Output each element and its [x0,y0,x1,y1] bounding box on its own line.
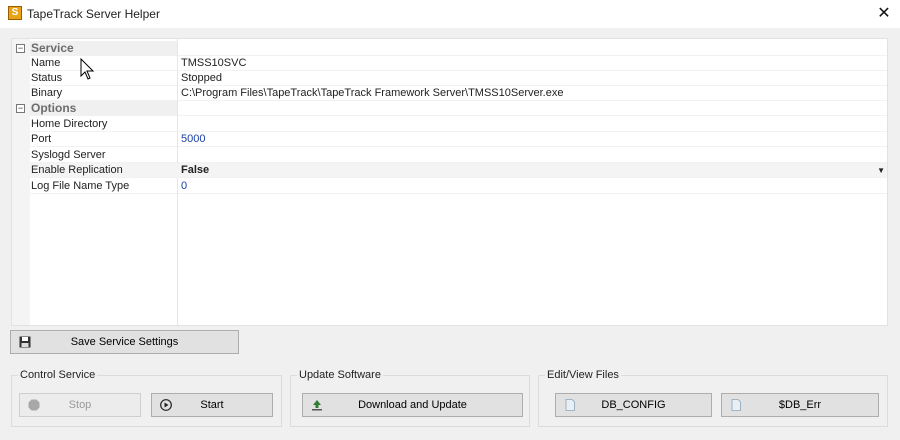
property-name-cell [30,132,177,147]
property-row-syslogd-server[interactable]: Syslogd Server [12,148,887,163]
property-name: Home Directory [31,118,108,130]
property-name: Log File Name Type [31,180,130,192]
property-value-enable-replication[interactable]: False ▼ [178,163,887,178]
property-row-name[interactable]: Name TMSS10SVC [12,56,887,71]
property-name: Port [31,133,52,145]
property-name: Name [31,57,61,69]
category-service[interactable]: − Service [12,41,887,56]
collapse-icon[interactable]: − [16,104,25,113]
property-value-log-file-name-type[interactable]: 0 [178,179,887,194]
db-config-button-label: DB_CONFIG [601,399,666,411]
stop-button[interactable]: Stop [19,393,141,417]
save-service-settings-button[interactable]: Save Service Settings [10,330,239,354]
property-name: Status [31,72,63,84]
edit-view-files-group-title: Edit/View Files [545,369,621,382]
category-label-options: Options [31,101,77,115]
start-button[interactable]: Start [151,393,273,417]
property-value-syslogd-server[interactable] [178,148,887,163]
dropdown-arrow-icon[interactable]: ▼ [877,163,885,178]
property-value-home-directory[interactable] [178,117,887,132]
collapse-icon[interactable]: − [16,44,25,53]
mouse-cursor-icon [80,58,95,80]
close-button[interactable]: ✕ [872,4,896,24]
app-icon: S [8,6,22,20]
update-software-group-title: Update Software [297,369,383,382]
title-bar: S TapeTrack Server Helper ✕ [0,0,900,28]
property-row-binary[interactable]: Binary C:\Program Files\TapeTrack\TapeTr… [12,86,887,101]
property-name: Syslogd Server [31,149,106,161]
property-row-port[interactable]: Port 5000 [12,132,887,147]
property-name: Binary [31,87,63,99]
property-value-status[interactable]: Stopped [178,71,887,86]
category-options[interactable]: − Options [12,101,887,116]
stop-button-label: Stop [68,399,92,411]
property-name: Enable Replication [31,164,123,176]
dropdown-value: False [181,164,210,176]
property-row-log-file-name-type[interactable]: Log File Name Type 0 [12,179,887,194]
property-value-binary[interactable]: C:\Program Files\TapeTrack\TapeTrack Fra… [178,86,887,101]
property-row-home-directory[interactable]: Home Directory [12,117,887,132]
property-grid[interactable]: − Service Name TMSS10SVC Status Stopped … [11,38,888,326]
db-err-button[interactable]: $DB_Err [721,393,879,417]
db-err-button-label: $DB_Err [778,399,822,411]
db-config-button[interactable]: DB_CONFIG [555,393,712,417]
property-row-enable-replication[interactable]: Enable Replication False ▼ [12,163,887,178]
property-value-name[interactable]: TMSS10SVC [178,56,887,71]
category-value-empty [178,41,887,56]
save-button-label: Save Service Settings [70,336,179,348]
download-button-label: Download and Update [358,399,467,411]
window-title: TapeTrack Server Helper [27,7,160,21]
property-row-status[interactable]: Status Stopped [12,71,887,86]
category-label-service: Service [31,41,74,55]
control-service-group-title: Control Service [18,369,98,382]
property-value-port[interactable]: 5000 [178,132,887,147]
category-value-empty [178,101,887,116]
download-and-update-button[interactable]: Download and Update [302,393,523,417]
start-button-label: Start [200,399,224,411]
